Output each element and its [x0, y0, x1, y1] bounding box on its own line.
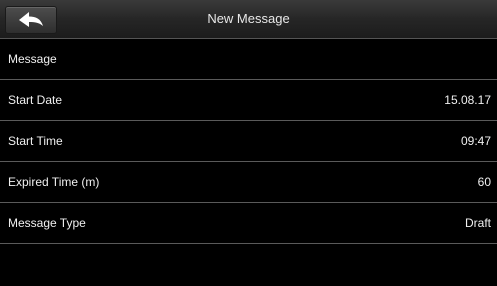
- row-start-date[interactable]: Start Date 15.08.17: [0, 80, 497, 121]
- row-start-date-label: Start Date: [8, 93, 63, 107]
- back-arrow-icon: [18, 11, 44, 29]
- header-bar: New Message: [0, 0, 497, 39]
- row-start-time-value: 09:47: [460, 134, 491, 148]
- page-title: New Message: [207, 11, 290, 26]
- row-message-type-label: Message Type: [8, 216, 86, 230]
- row-message-type-value: Draft: [464, 216, 491, 230]
- settings-list: Message Start Date 15.08.17 Start Time 0…: [0, 39, 497, 244]
- row-start-time[interactable]: Start Time 09:47: [0, 121, 497, 162]
- row-message-label: Message: [8, 52, 57, 66]
- row-start-time-label: Start Time: [8, 134, 63, 148]
- row-expired-time-value: 60: [477, 175, 491, 189]
- row-message-type[interactable]: Message Type Draft: [0, 203, 497, 244]
- row-start-date-value: 15.08.17: [444, 93, 491, 107]
- row-expired-time-label: Expired Time (m): [8, 175, 100, 189]
- row-message[interactable]: Message: [0, 39, 497, 80]
- row-expired-time[interactable]: Expired Time (m) 60: [0, 162, 497, 203]
- back-button[interactable]: [5, 6, 57, 34]
